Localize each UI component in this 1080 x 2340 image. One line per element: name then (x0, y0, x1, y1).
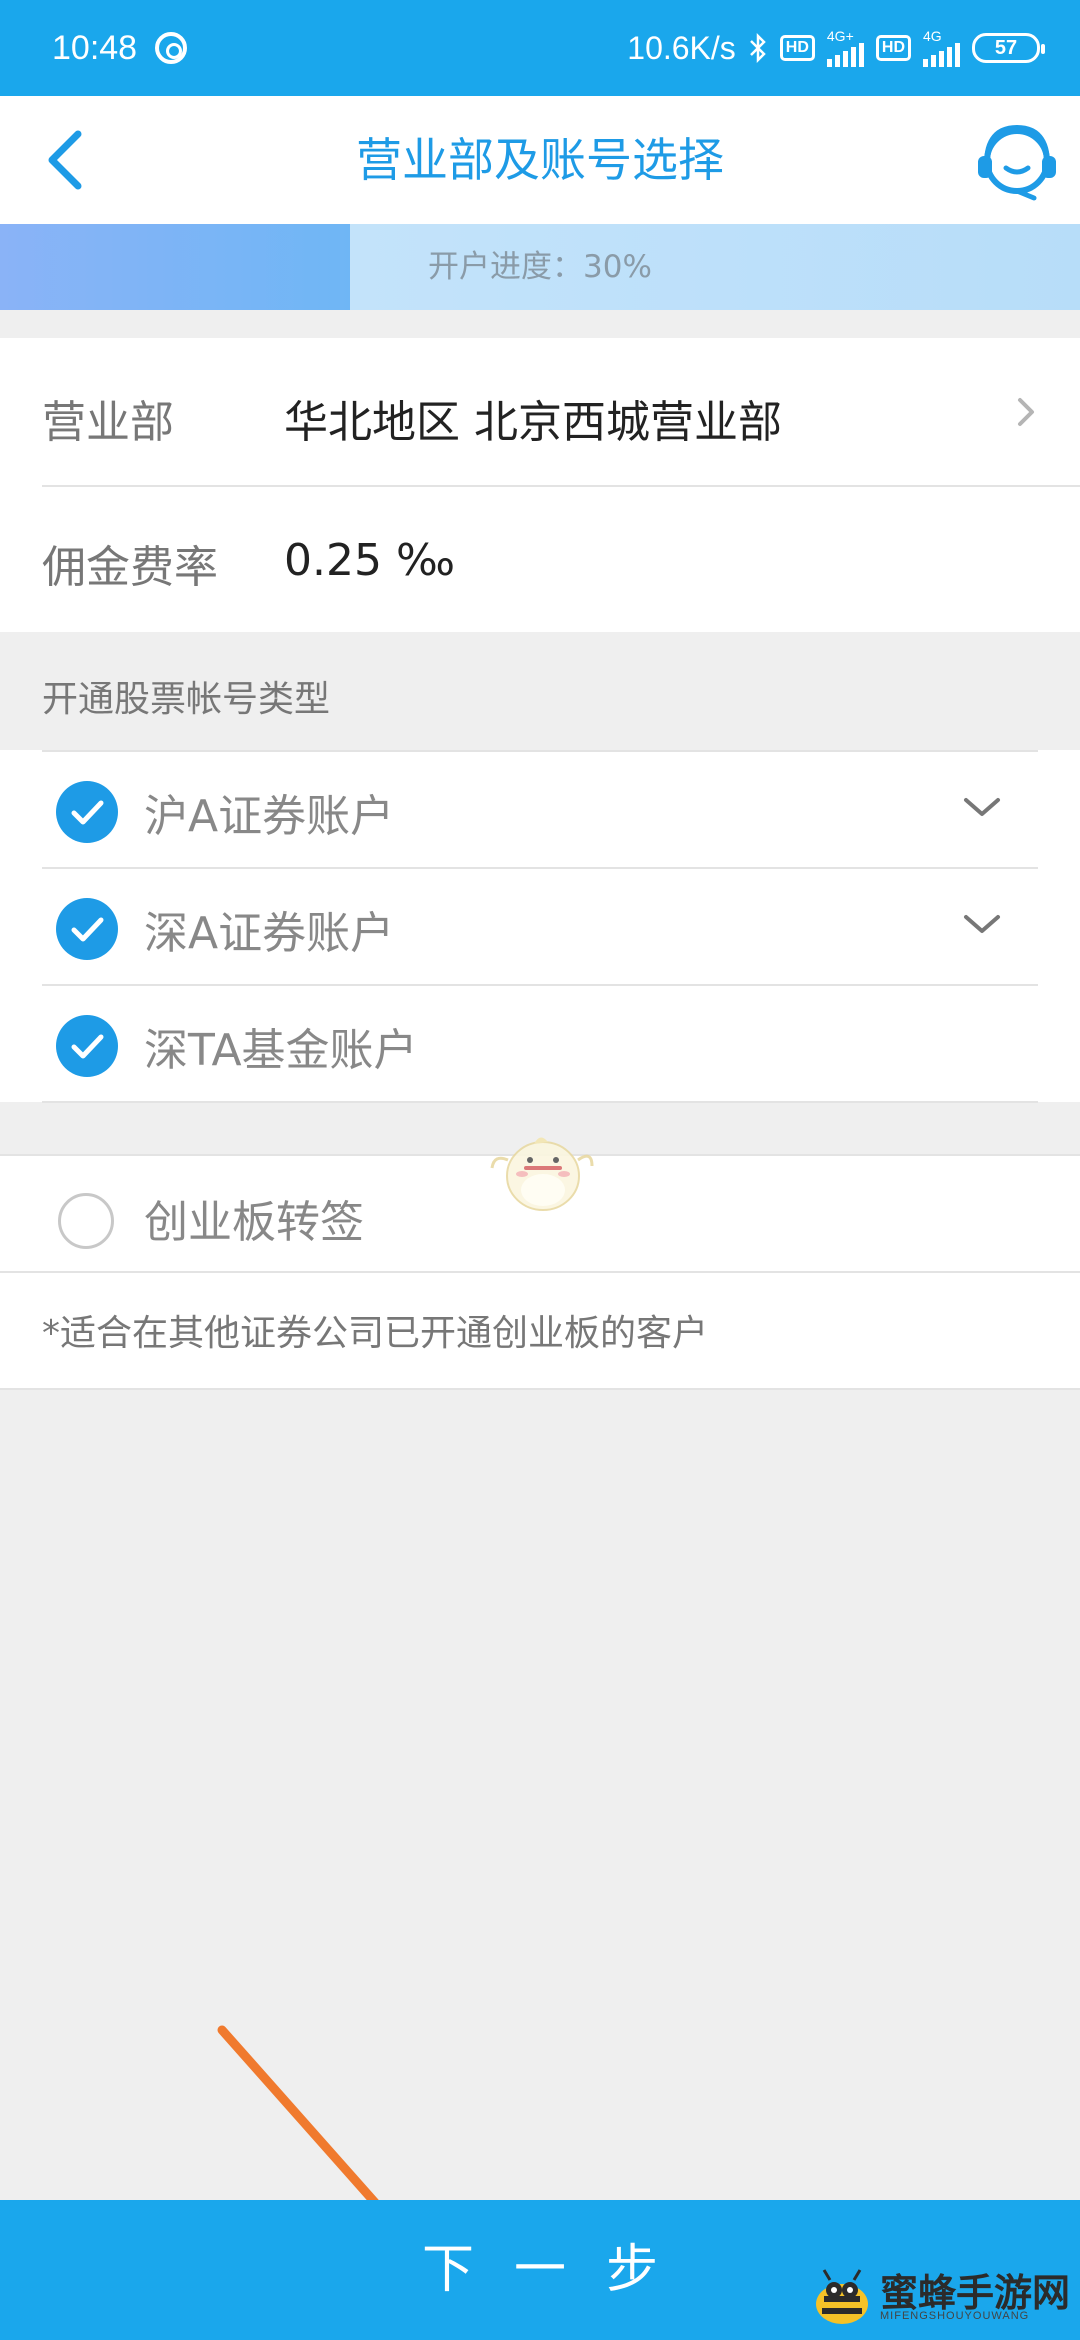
commission-label: 佣金费率 (42, 542, 218, 593)
account-row-sz-ta[interactable]: 深TA基金账户 (0, 986, 1080, 1103)
status-time: 10:48 (52, 28, 138, 67)
progress-bar: 开户进度：30% (0, 224, 1080, 310)
chinext-note: *适合在其他证券公司已开通创业板的客户 (42, 1313, 709, 1354)
account-label: 深A证券账户 (144, 908, 395, 959)
watermark-text: 蜜蜂手游网 (880, 2270, 1071, 2315)
branch-value: 华北地区 北京西城营业部 (284, 397, 782, 448)
account-types-header: 开通股票帐号类型 (0, 632, 1080, 750)
netease-music-icon (155, 32, 188, 64)
section-title: 开通股票帐号类型 (42, 679, 331, 720)
hd-badge: HD (779, 35, 815, 61)
app-header: 营业部及账号选择 (0, 96, 1080, 224)
account-label: 沪A证券账户 (144, 791, 395, 842)
watermark-subtext: MIFENGSHOUYOUWANG (880, 2310, 1030, 2322)
checkbox-checked-icon[interactable] (56, 1015, 118, 1077)
sim1-signal-icon: 4G+ (826, 29, 864, 67)
status-indicators: 10.6K/s HD 4G+ HD 4G 57 (627, 29, 1045, 67)
divider (0, 1271, 1080, 1273)
progress-label: 开户进度：30% (428, 249, 652, 285)
floating-mascot-icon[interactable] (488, 1120, 598, 1220)
page-title: 营业部及账号选择 (356, 133, 724, 187)
branch-row[interactable]: 营业部 华北地区 北京西城营业部 (0, 338, 1080, 486)
status-bar: 10:48 10.6K/s HD 4G+ HD 4G 57 (0, 0, 1080, 96)
battery-icon: 57 (972, 33, 1045, 63)
commission-row: 佣金费率 0.25 ‰ (0, 487, 1080, 632)
chevron-down-icon[interactable] (960, 792, 1004, 822)
chevron-right-icon (1018, 398, 1034, 426)
branch-card: 营业部 华北地区 北京西城营业部 佣金费率 0.25 ‰ (0, 338, 1080, 632)
divider (42, 1101, 1038, 1103)
bee-logo-icon (816, 2269, 868, 2324)
headset-icon (978, 124, 1056, 201)
sim2-signal-icon: 4G (923, 29, 960, 67)
network-speed: 10.6K/s (627, 29, 736, 66)
chevron-down-icon[interactable] (960, 909, 1004, 939)
hd-badge-2: HD (875, 35, 911, 61)
bluetooth-icon (749, 32, 766, 64)
checkbox-checked-icon[interactable] (56, 781, 118, 843)
chinext-label: 创业板转签 (144, 1197, 364, 1248)
divider (0, 1388, 1080, 1390)
checkbox-checked-icon[interactable] (56, 898, 118, 960)
account-row-sh-a[interactable]: 沪A证券账户 (0, 752, 1080, 869)
branch-label: 营业部 (42, 397, 174, 448)
watermark: 蜜蜂手游网 MIFENGSHOUYOUWANG (800, 2260, 1080, 2340)
radio-unchecked-icon[interactable] (58, 1193, 114, 1249)
account-row-sz-a[interactable]: 深A证券账户 (0, 869, 1080, 986)
account-label: 深TA基金账户 (144, 1025, 418, 1076)
account-types-card: 沪A证券账户 深A证券账户 深TA基金账户 (0, 750, 1080, 1103)
customer-service-button[interactable] (972, 118, 1062, 204)
commission-value: 0.25 ‰ (284, 535, 455, 586)
